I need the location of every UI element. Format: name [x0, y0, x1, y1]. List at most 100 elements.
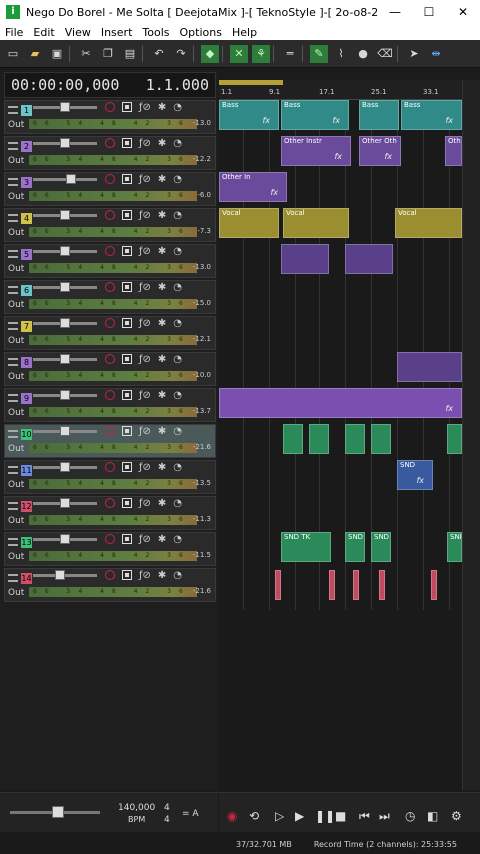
automation-icon[interactable]: ◔ [173, 318, 182, 329]
track-header[interactable]: 7 ƒ⊘ ✱ ◔ Out 66 54 48 42 36 30 24 18 12-12.1 [4, 316, 216, 350]
automation-icon[interactable]: ◔ [173, 210, 182, 221]
loop-region[interactable] [219, 80, 283, 85]
track-volume-knob[interactable] [60, 102, 70, 112]
track-grip-icon[interactable] [8, 538, 18, 546]
metronome-icon[interactable]: ◷ [405, 809, 415, 823]
track-volume-slider[interactable] [33, 426, 97, 436]
cut-icon[interactable]: ✂ [77, 45, 95, 63]
gear-icon[interactable]: ✱ [158, 138, 166, 149]
track-volume-slider[interactable] [33, 282, 97, 292]
undo-icon[interactable]: ↶ [150, 45, 168, 63]
settings-icon[interactable]: ⚙ [451, 809, 462, 823]
automation-icon[interactable]: ◔ [173, 498, 182, 509]
crossfade-icon[interactable]: ✕ [230, 44, 248, 63]
track-number[interactable]: 8 [21, 356, 32, 368]
mute-icon[interactable] [122, 390, 132, 400]
fx-icon[interactable]: fx [270, 188, 278, 197]
clip-vocal[interactable]: Vocal [283, 208, 349, 238]
arm-record-icon[interactable] [105, 174, 115, 184]
mute-icon[interactable] [122, 462, 132, 472]
track-volume-knob[interactable] [60, 462, 70, 472]
mute-icon[interactable] [122, 282, 132, 292]
menu-help[interactable]: Help [232, 26, 257, 39]
fx-icon[interactable]: fx [334, 152, 342, 161]
redo-icon[interactable]: ↷ [172, 45, 190, 63]
track-number[interactable]: 5 [21, 248, 32, 260]
gear-icon[interactable]: ✱ [158, 498, 166, 509]
track-volume-knob[interactable] [60, 210, 70, 220]
track-header[interactable]: 5 ƒ⊘ ✱ ◔ Out 66 54 48 42 36 30 24 18 12-13.0 [4, 244, 216, 278]
arm-record-icon[interactable] [105, 282, 115, 292]
track-volume-slider[interactable] [33, 138, 97, 148]
clip-other-instrument[interactable]: Other In fx [219, 172, 287, 202]
fx-chain-icon[interactable]: ƒ⊘ [139, 318, 151, 329]
track-volume-knob[interactable] [60, 246, 70, 256]
pause-icon[interactable]: ❚❚ [315, 809, 335, 823]
clip-audio[interactable] [353, 570, 359, 600]
track-number[interactable]: 1 [21, 104, 32, 116]
clip-snd[interactable]: SND [447, 532, 462, 562]
track-grip-icon[interactable] [8, 106, 18, 114]
clip-audio[interactable] [275, 570, 281, 600]
track-volume-knob[interactable] [60, 426, 70, 436]
track-header[interactable]: 11 ƒ⊘ ✱ ◔ Out 66 54 48 42 36 30 24 18 12-13.5 [4, 460, 216, 494]
track-volume-knob[interactable] [55, 570, 65, 580]
clip-audio[interactable] [345, 424, 365, 454]
automation-icon[interactable]: ◔ [173, 390, 182, 401]
track-header[interactable]: 2 ƒ⊘ ✱ ◔ Out 66 54 48 42 36 30 24 18 12-12.2 [4, 136, 216, 170]
mute-icon[interactable] [122, 138, 132, 148]
mute-icon[interactable] [122, 570, 132, 580]
arm-record-icon[interactable] [105, 570, 115, 580]
automation-icon[interactable]: ◔ [173, 534, 182, 545]
arm-record-icon[interactable] [105, 390, 115, 400]
automation-icon[interactable]: ◔ [173, 102, 182, 113]
timeline-ruler[interactable]: 1.1 9.1 17.1 25.1 33.1 [219, 80, 462, 100]
clip-audio[interactable] [447, 424, 462, 454]
automation-icon[interactable]: ◔ [173, 246, 182, 257]
automation-icon[interactable]: ◔ [173, 426, 182, 437]
clip-audio[interactable] [431, 570, 437, 600]
fx-chain-icon[interactable]: ƒ⊘ [139, 354, 151, 365]
track-grip-icon[interactable] [8, 430, 18, 438]
track-header[interactable]: 13 ƒ⊘ ✱ ◔ Out 66 54 48 42 36 30 24 18 12-11.5 [4, 532, 216, 566]
erase-tool-icon[interactable]: ⌫ [376, 45, 394, 63]
track-volume-knob[interactable] [60, 390, 70, 400]
open-folder-icon[interactable]: ▰ [26, 45, 44, 63]
play-icon[interactable]: ▶ [295, 809, 304, 823]
automation-icon[interactable]: ◔ [173, 282, 182, 293]
mute-icon[interactable] [122, 174, 132, 184]
fx-chain-icon[interactable]: ƒ⊘ [139, 174, 151, 185]
track-volume-knob[interactable] [60, 282, 70, 292]
track-grip-icon[interactable] [8, 214, 18, 222]
minimize-button[interactable]: — [378, 5, 412, 19]
track-number[interactable]: 6 [21, 284, 32, 296]
mute-icon[interactable] [122, 498, 132, 508]
track-volume-slider[interactable] [33, 102, 97, 112]
fx-icon[interactable]: fx [445, 404, 453, 413]
track-number[interactable]: 9 [21, 392, 32, 404]
menu-tools[interactable]: Tools [142, 26, 169, 39]
track-number[interactable]: 7 [21, 320, 32, 332]
clip-audio[interactable] [283, 424, 303, 454]
fx-icon[interactable]: fx [332, 116, 340, 125]
fx-chain-icon[interactable]: ƒ⊘ [139, 138, 151, 149]
track-number[interactable]: 4 [21, 212, 32, 224]
track-number[interactable]: 12 [21, 500, 32, 512]
arm-record-icon[interactable] [105, 498, 115, 508]
clip-bass[interactable]: Bass fx [219, 100, 279, 130]
stop-icon[interactable]: ■ [335, 809, 346, 823]
paint-tool-icon[interactable]: ● [354, 45, 372, 63]
fx-chain-icon[interactable]: ƒ⊘ [139, 570, 151, 581]
gear-icon[interactable]: ✱ [158, 390, 166, 401]
track-number[interactable]: 3 [21, 176, 32, 188]
track-volume-slider[interactable] [33, 462, 97, 472]
arm-record-icon[interactable] [105, 534, 115, 544]
fx-icon[interactable]: fx [416, 476, 424, 485]
render-icon[interactable]: ◧ [427, 809, 438, 823]
clip-other-instrument[interactable]: Other Instr fx [281, 136, 351, 166]
track-header[interactable]: 10 ƒ⊘ ✱ ◔ Out 66 54 48 42 36 30 24 18 12-21.6 [4, 424, 216, 458]
mute-icon[interactable] [122, 534, 132, 544]
track-grip-icon[interactable] [8, 394, 18, 402]
track-header[interactable]: 14 ƒ⊘ ✱ ◔ Out 66 54 48 42 36 30 24 18 12-21.6 [4, 568, 216, 602]
track-number[interactable]: 10 [21, 428, 32, 440]
